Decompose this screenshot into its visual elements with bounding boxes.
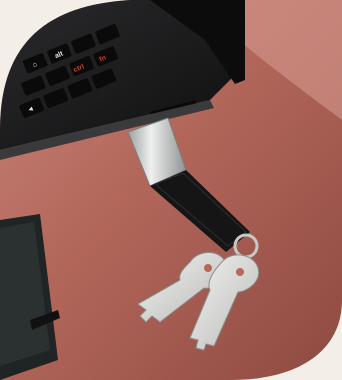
- usb-keychain-photo: ⌂ alt ctrl fn ◄: [0, 0, 342, 380]
- photo-stage: ⌂ alt ctrl fn ◄: [0, 0, 342, 380]
